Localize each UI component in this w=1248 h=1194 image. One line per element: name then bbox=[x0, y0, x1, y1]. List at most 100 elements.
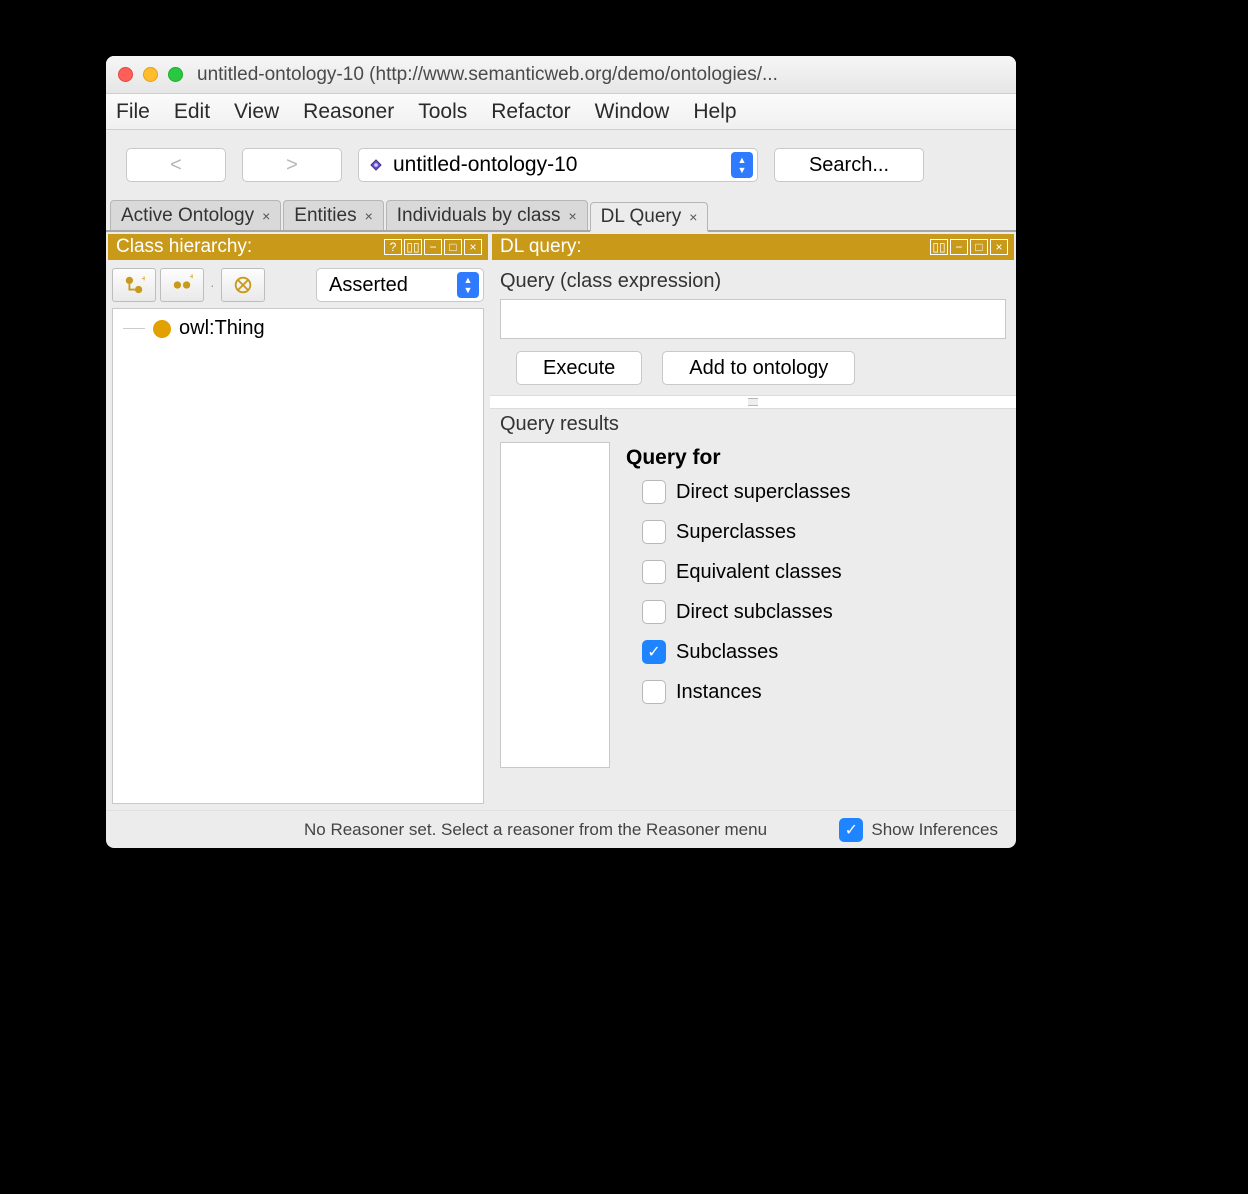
split-vertical-icon[interactable]: ▯▯ bbox=[404, 239, 422, 255]
dropdown-arrows-icon: ▲▼ bbox=[457, 272, 479, 298]
split-vertical-icon[interactable]: ▯▯ bbox=[930, 239, 948, 255]
menu-help[interactable]: Help bbox=[693, 100, 736, 124]
main-body: Class hierarchy: ? ▯▯ − □ × + + · bbox=[106, 232, 1016, 810]
option-label: Direct subclasses bbox=[676, 601, 833, 624]
hierarchy-mode-selector[interactable]: Asserted ▲▼ bbox=[316, 268, 484, 302]
pane-title: DL query: bbox=[500, 236, 582, 258]
checkbox[interactable] bbox=[642, 560, 666, 584]
tab-label: Individuals by class bbox=[397, 205, 561, 227]
option-equivalent-classes[interactable]: Equivalent classes bbox=[642, 560, 1006, 584]
minimize-pane-icon[interactable]: − bbox=[424, 239, 442, 255]
option-label: Superclasses bbox=[676, 521, 796, 544]
tab-dl-query[interactable]: DL Query × bbox=[590, 202, 709, 232]
menu-edit[interactable]: Edit bbox=[174, 100, 210, 124]
pane-header-icons: ▯▯ − □ × bbox=[930, 239, 1008, 255]
tab-label: Active Ontology bbox=[121, 205, 254, 227]
minimize-pane-icon[interactable]: − bbox=[950, 239, 968, 255]
close-pane-icon[interactable]: × bbox=[990, 239, 1008, 255]
option-label: Instances bbox=[676, 681, 762, 704]
ontology-selector[interactable]: untitled-ontology-10 ▲▼ bbox=[358, 148, 758, 182]
back-button[interactable]: < bbox=[126, 148, 226, 182]
option-subclasses[interactable]: ✓ Subclasses bbox=[642, 640, 1006, 664]
window-title: untitled-ontology-10 (http://www.semanti… bbox=[197, 64, 1004, 86]
reasoner-status: No Reasoner set. Select a reasoner from … bbox=[124, 820, 767, 840]
add-subclass-button[interactable]: + bbox=[112, 268, 156, 302]
close-pane-icon[interactable]: × bbox=[464, 239, 482, 255]
forward-button[interactable]: > bbox=[242, 148, 342, 182]
tree-connector bbox=[123, 328, 145, 329]
add-sibling-button[interactable]: + bbox=[160, 268, 204, 302]
hierarchy-mode-label: Asserted bbox=[329, 274, 408, 297]
menu-refactor[interactable]: Refactor bbox=[491, 100, 570, 124]
split-handle[interactable] bbox=[490, 395, 1016, 409]
checkbox[interactable]: ✓ bbox=[642, 640, 666, 664]
class-hierarchy-pane: Class hierarchy: ? ▯▯ − □ × + + · bbox=[106, 232, 490, 810]
class-hierarchy-toolbar: + + · Asserted ▲▼ bbox=[106, 262, 490, 308]
menubar: File Edit View Reasoner Tools Refactor W… bbox=[106, 94, 1016, 130]
add-to-ontology-button[interactable]: Add to ontology bbox=[662, 351, 855, 385]
dropdown-arrows-icon: ▲▼ bbox=[731, 152, 753, 178]
pane-title: Class hierarchy: bbox=[116, 236, 252, 258]
maximize-pane-icon[interactable]: □ bbox=[444, 239, 462, 255]
query-buttons: Execute Add to ontology bbox=[500, 351, 1006, 385]
option-instances[interactable]: Instances bbox=[642, 680, 1006, 704]
close-icon[interactable]: × bbox=[262, 208, 270, 224]
menu-file[interactable]: File bbox=[116, 100, 150, 124]
minimize-window-button[interactable] bbox=[143, 67, 158, 82]
menu-reasoner[interactable]: Reasoner bbox=[303, 100, 394, 124]
ontology-selected-label: untitled-ontology-10 bbox=[393, 153, 731, 177]
svg-text:+: + bbox=[189, 274, 193, 282]
app-window: untitled-ontology-10 (http://www.semanti… bbox=[106, 56, 1016, 848]
query-results-list[interactable] bbox=[500, 442, 610, 768]
query-expression-input[interactable] bbox=[500, 299, 1006, 339]
class-icon bbox=[153, 320, 171, 338]
search-button[interactable]: Search... bbox=[774, 148, 924, 182]
tab-label: Entities bbox=[294, 205, 356, 227]
class-hierarchy-header: Class hierarchy: ? ▯▯ − □ × bbox=[108, 234, 488, 260]
show-inferences-toggle[interactable]: ✓ Show Inferences bbox=[839, 818, 998, 842]
tab-bar: Active Ontology × Entities × Individuals… bbox=[106, 200, 1016, 232]
tab-active-ontology[interactable]: Active Ontology × bbox=[110, 200, 281, 230]
option-direct-subclasses[interactable]: Direct subclasses bbox=[642, 600, 1006, 624]
checkbox[interactable]: ✓ bbox=[839, 818, 863, 842]
zoom-window-button[interactable] bbox=[168, 67, 183, 82]
pane-header-icons: ? ▯▯ − □ × bbox=[384, 239, 482, 255]
delete-class-button[interactable] bbox=[221, 268, 265, 302]
help-icon[interactable]: ? bbox=[384, 239, 402, 255]
checkbox[interactable] bbox=[642, 680, 666, 704]
close-window-button[interactable] bbox=[118, 67, 133, 82]
query-for-section: Query for Direct superclasses Superclass… bbox=[626, 442, 1006, 768]
titlebar: untitled-ontology-10 (http://www.semanti… bbox=[106, 56, 1016, 94]
query-input-section: Query (class expression) Execute Add to … bbox=[490, 262, 1016, 395]
execute-button[interactable]: Execute bbox=[516, 351, 642, 385]
dl-query-header: DL query: ▯▯ − □ × bbox=[492, 234, 1014, 260]
option-label: Direct superclasses bbox=[676, 481, 851, 504]
checkbox[interactable] bbox=[642, 480, 666, 504]
query-results-label: Query results bbox=[490, 409, 1016, 442]
ontology-icon bbox=[367, 156, 385, 174]
tree-node-owl-thing[interactable]: owl:Thing bbox=[123, 317, 473, 340]
close-icon[interactable]: × bbox=[689, 209, 697, 225]
option-superclasses[interactable]: Superclasses bbox=[642, 520, 1006, 544]
menu-window[interactable]: Window bbox=[595, 100, 670, 124]
class-tree[interactable]: owl:Thing bbox=[112, 308, 484, 804]
toolbar: < > untitled-ontology-10 ▲▼ Search... bbox=[106, 130, 1016, 200]
status-bar: No Reasoner set. Select a reasoner from … bbox=[106, 810, 1016, 848]
svg-text:+: + bbox=[141, 274, 145, 283]
menu-view[interactable]: View bbox=[234, 100, 279, 124]
maximize-pane-icon[interactable]: □ bbox=[970, 239, 988, 255]
close-icon[interactable]: × bbox=[568, 208, 576, 224]
query-results-row: Query for Direct superclasses Superclass… bbox=[490, 442, 1016, 778]
traffic-lights bbox=[118, 67, 183, 82]
tab-individuals-by-class[interactable]: Individuals by class × bbox=[386, 200, 588, 230]
checkbox[interactable] bbox=[642, 600, 666, 624]
close-icon[interactable]: × bbox=[365, 208, 373, 224]
tab-entities[interactable]: Entities × bbox=[283, 200, 384, 230]
menu-tools[interactable]: Tools bbox=[418, 100, 467, 124]
checkbox[interactable] bbox=[642, 520, 666, 544]
dl-query-pane: DL query: ▯▯ − □ × Query (class expressi… bbox=[490, 232, 1016, 810]
query-input-label: Query (class expression) bbox=[500, 270, 1006, 293]
query-for-options: Direct superclasses Superclasses Equival… bbox=[626, 480, 1006, 704]
option-direct-superclasses[interactable]: Direct superclasses bbox=[642, 480, 1006, 504]
option-label: Subclasses bbox=[676, 641, 778, 664]
